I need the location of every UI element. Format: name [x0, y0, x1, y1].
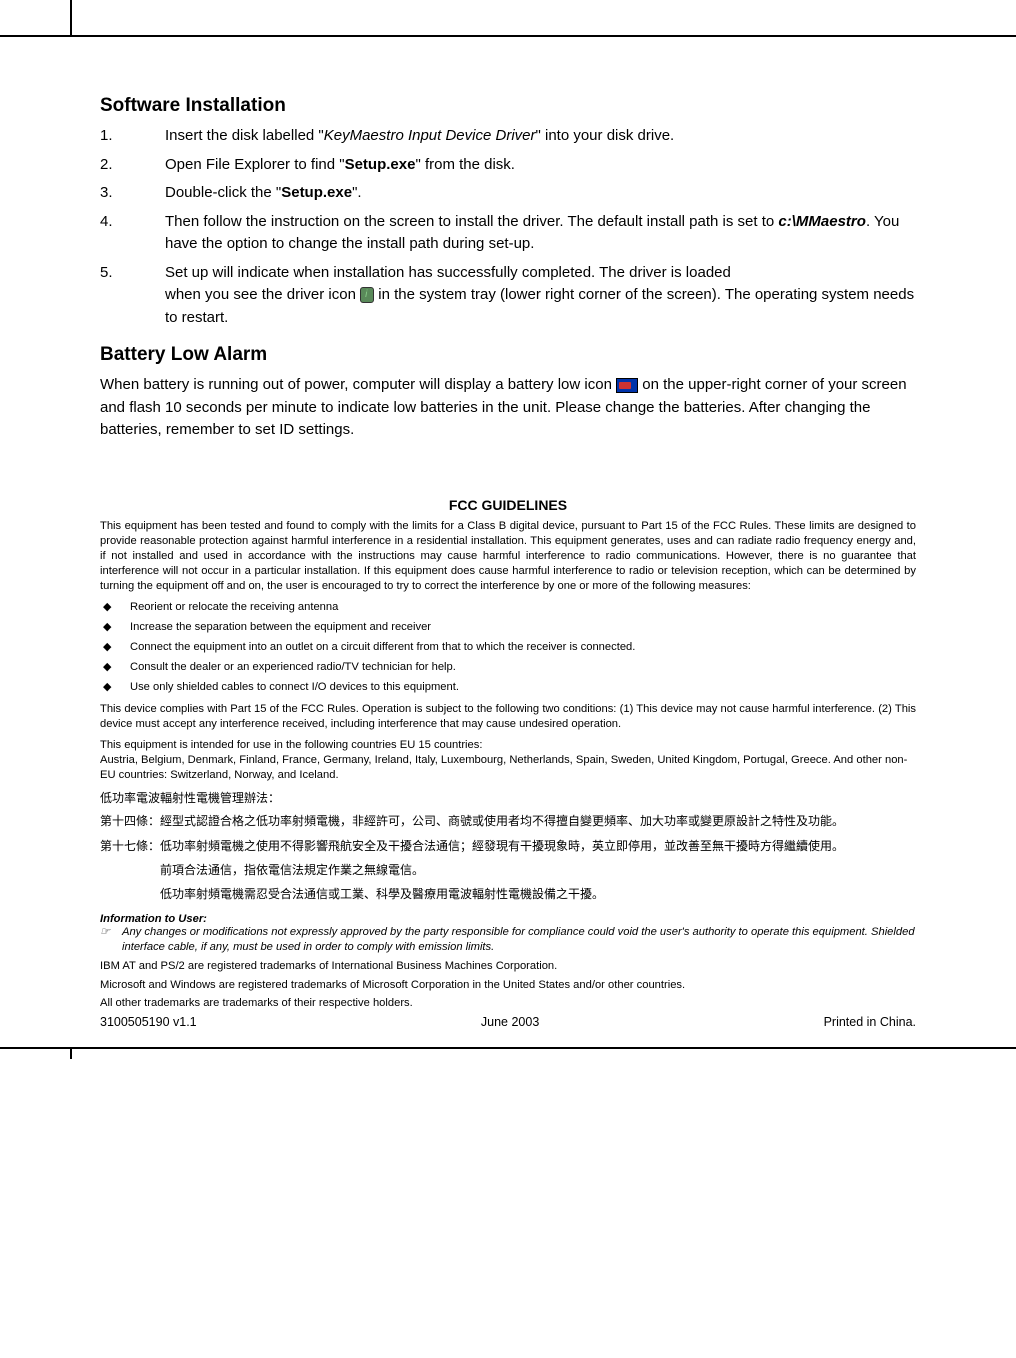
- step-5: 5. Set up will indicate when installatio…: [100, 262, 916, 330]
- step-text: Set up will indicate when installation h…: [165, 262, 916, 330]
- chinese-article-17: 第十七條： 低功率射頻電機之使用不得影響飛航安全及干擾合法通信；經發現有干擾現象…: [100, 836, 916, 856]
- fcc-bullet: ◆Connect the equipment into an outlet on…: [100, 640, 916, 655]
- fcc-heading: FCC GUIDELINES: [100, 497, 916, 513]
- trademark-microsoft: Microsoft and Windows are registered tra…: [100, 978, 916, 994]
- diamond-icon: ◆: [100, 620, 130, 635]
- fcc-para1: This equipment has been tested and found…: [100, 519, 916, 595]
- diamond-icon: ◆: [100, 600, 130, 615]
- fcc-bullet: ◆Consult the dealer or an experienced ra…: [100, 660, 916, 675]
- software-installation-heading: Software Installation: [100, 95, 916, 117]
- step-number: 1.: [100, 125, 165, 148]
- pointer-icon: ☞: [100, 925, 122, 955]
- page-footer: 3100505190 v1.1 June 2003 Printed in Chi…: [100, 1015, 916, 1029]
- chinese-regulation-title: 低功率電波輻射性電機管理辦法：: [100, 789, 916, 806]
- footer-date: June 2003: [481, 1015, 539, 1029]
- step-2: 2. Open File Explorer to find "Setup.exe…: [100, 154, 916, 177]
- step-number: 3.: [100, 182, 165, 205]
- step-text: Open File Explorer to find "Setup.exe" f…: [165, 154, 916, 177]
- chinese-article-14: 第十四條： 經型式認證合格之低功率射頻電機，非經許可，公司、商號或使用者均不得擅…: [100, 811, 916, 831]
- step-3: 3. Double-click the "Setup.exe".: [100, 182, 916, 205]
- step-text: Insert the disk labelled "KeyMaestro Inp…: [165, 125, 916, 148]
- article-label: 第十四條：: [100, 811, 160, 831]
- chinese-subtext: 低功率射頻電機需忍受合法通信或工業、科學及醫療用電波輻射性電機設備之干擾。: [160, 884, 916, 904]
- bottom-border: [0, 1047, 1016, 1049]
- fcc-para3: This equipment is intended for use in th…: [100, 738, 916, 783]
- step-number: 4.: [100, 211, 165, 256]
- fcc-bullet: ◆Increase the separation between the equ…: [100, 620, 916, 635]
- article-label: 第十七條：: [100, 836, 160, 856]
- step-number: 5.: [100, 262, 165, 330]
- article-text: 低功率射頻電機之使用不得影響飛航安全及干擾合法通信；經發現有干擾現象時，英立即停…: [160, 836, 916, 856]
- footer-version: 3100505190 v1.1: [100, 1015, 197, 1029]
- chinese-subtext: 前項合法通信，指依電信法規定作業之無線電信。: [160, 860, 916, 880]
- footer-origin: Printed in China.: [824, 1015, 916, 1029]
- trademark-other: All other trademarks are trademarks of t…: [100, 996, 916, 1012]
- battery-low-icon: [616, 378, 638, 393]
- driver-tray-icon: [360, 287, 374, 303]
- battery-alarm-paragraph: When battery is running out of power, co…: [100, 374, 916, 442]
- content-area: Software Installation 1. Insert the disk…: [100, 20, 916, 1029]
- top-border: [0, 35, 1016, 37]
- step-text: Double-click the "Setup.exe".: [165, 182, 916, 205]
- battery-alarm-heading: Battery Low Alarm: [100, 344, 916, 366]
- article-text: 經型式認證合格之低功率射頻電機，非經許可，公司、商號或使用者均不得擅自變更頻率、…: [160, 811, 916, 831]
- page-container: Software Installation 1. Insert the disk…: [0, 0, 1016, 1059]
- installation-steps-list: 1. Insert the disk labelled "KeyMaestro …: [100, 125, 916, 329]
- trademark-ibm: IBM AT and PS/2 are registered trademark…: [100, 959, 916, 975]
- step-1: 1. Insert the disk labelled "KeyMaestro …: [100, 125, 916, 148]
- diamond-icon: ◆: [100, 640, 130, 655]
- step-text: Then follow the instruction on the scree…: [165, 211, 916, 256]
- fcc-bullet: ◆Reorient or relocate the receiving ante…: [100, 600, 916, 615]
- info-to-user-heading: Information to User:: [100, 913, 916, 925]
- fcc-bullet: ◆Use only shielded cables to connect I/O…: [100, 680, 916, 695]
- info-to-user-item: ☞ Any changes or modifications not expre…: [100, 925, 916, 955]
- fcc-para2: This device complies with Part 15 of the…: [100, 702, 916, 732]
- fcc-bullet-list: ◆Reorient or relocate the receiving ante…: [100, 600, 916, 696]
- info-text: Any changes or modifications not express…: [122, 925, 916, 955]
- fcc-section: FCC GUIDELINES This equipment has been t…: [100, 497, 916, 1029]
- step-4: 4. Then follow the instruction on the sc…: [100, 211, 916, 256]
- diamond-icon: ◆: [100, 680, 130, 695]
- step-number: 2.: [100, 154, 165, 177]
- diamond-icon: ◆: [100, 660, 130, 675]
